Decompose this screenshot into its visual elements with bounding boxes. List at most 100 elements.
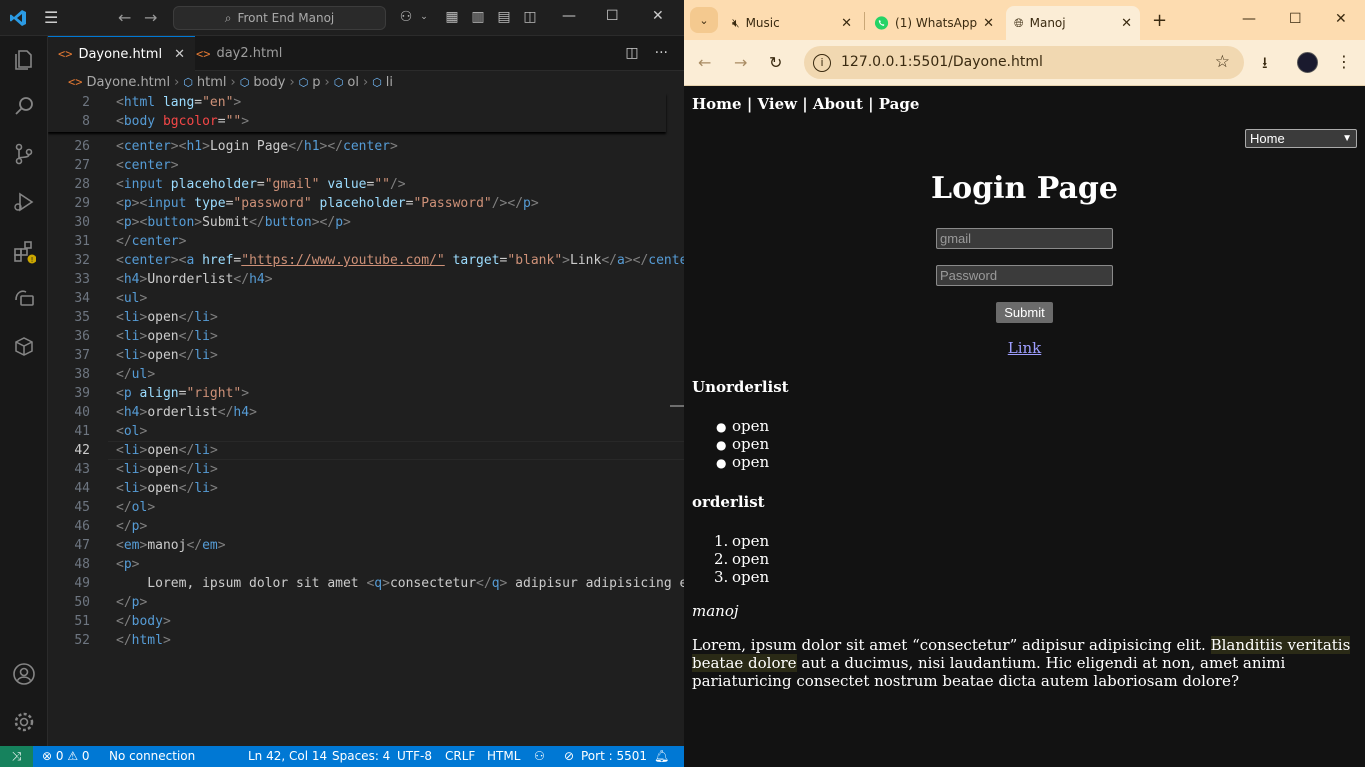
- back-arrow-icon[interactable]: ←: [118, 8, 131, 27]
- code-line[interactable]: 39 <p align="right">: [48, 384, 684, 403]
- code-line[interactable]: 26 <center><h1>Login Page</h1></center>: [48, 137, 684, 156]
- code-line[interactable]: 45 </ol>: [48, 498, 684, 517]
- containers-icon[interactable]: [12, 334, 36, 358]
- code-line[interactable]: 31 </center>: [48, 232, 684, 251]
- code-line[interactable]: 50 </p>: [48, 593, 684, 612]
- sticky-scroll[interactable]: 2 <html lang="en"> 8 <body bgcolor="">: [48, 93, 666, 132]
- breadcrumb-item[interactable]: p: [312, 75, 320, 90]
- remote-explorer-icon[interactable]: [12, 286, 36, 310]
- connection-status[interactable]: No connection: [109, 749, 195, 763]
- breadcrumb-item[interactable]: li: [386, 75, 393, 90]
- gear-icon[interactable]: [12, 710, 36, 734]
- more-actions-icon[interactable]: ···: [655, 45, 668, 61]
- address-bar[interactable]: i 127.0.0.1:5501/Dayone.html ☆: [804, 46, 1244, 79]
- url-text[interactable]: 127.0.0.1:5501/Dayone.html: [841, 54, 1043, 70]
- browser-tab-music[interactable]: 🔇︎ Music ✕: [724, 6, 860, 40]
- close-icon[interactable]: ✕: [1335, 11, 1347, 27]
- hamburger-menu-icon[interactable]: ☰: [44, 10, 64, 26]
- site-info-icon[interactable]: i: [813, 54, 831, 72]
- profile-avatar[interactable]: [1297, 52, 1318, 73]
- close-icon[interactable]: ✕: [983, 16, 994, 31]
- breadcrumb-item[interactable]: body: [253, 75, 285, 90]
- breadcrumb-item[interactable]: ol: [347, 75, 359, 90]
- code-line[interactable]: 36 <li>open</li>: [48, 327, 684, 346]
- code-line[interactable]: 49 Lorem, ipsum dolor sit amet <q>consec…: [48, 574, 684, 593]
- code-line[interactable]: 28 <input placeholder="gmail" value=""/>: [48, 175, 684, 194]
- chevron-down-icon[interactable]: ⌄: [416, 9, 432, 25]
- new-tab-plus-icon[interactable]: +: [1152, 10, 1167, 31]
- source-control-icon[interactable]: [12, 142, 36, 166]
- indentation[interactable]: Spaces: 4: [332, 749, 390, 763]
- toggle-sidebar-icon[interactable]: ▥: [470, 9, 486, 25]
- youtube-link[interactable]: Link: [684, 339, 1365, 357]
- email-field[interactable]: gmail: [936, 228, 1113, 249]
- kebab-menu-icon[interactable]: ⋮: [1336, 52, 1352, 71]
- account-icon[interactable]: [12, 662, 36, 686]
- minimize-icon[interactable]: —: [562, 8, 576, 24]
- download-icon[interactable]: ⭳: [1262, 52, 1268, 79]
- reload-icon[interactable]: ↻: [769, 53, 782, 72]
- copilot-status-icon[interactable]: ⚇: [534, 749, 545, 763]
- run-debug-icon[interactable]: [12, 190, 36, 214]
- code-line[interactable]: 51 </body>: [48, 612, 684, 631]
- language-mode[interactable]: HTML: [487, 749, 520, 763]
- code-line[interactable]: 37 <li>open</li>: [48, 346, 684, 365]
- code-line[interactable]: 27 <center>: [48, 156, 684, 175]
- tab-day2-html[interactable]: <> day2.html: [186, 36, 292, 71]
- forward-arrow-icon[interactable]: →: [734, 53, 747, 72]
- code-line[interactable]: 29 <p><input type="password" placeholder=…: [48, 194, 684, 213]
- command-center-search[interactable]: ⌕ Front End Manoj: [173, 6, 386, 30]
- code-line[interactable]: 2 <html lang="en">: [48, 93, 684, 112]
- close-icon[interactable]: ✕: [652, 8, 664, 24]
- tab-search-chevron-icon[interactable]: ⌄: [690, 7, 718, 33]
- problems-count[interactable]: ⊗ 0 ⚠ 0: [42, 749, 90, 763]
- split-editor-icon[interactable]: ◫: [625, 45, 638, 61]
- customize-layout-icon[interactable]: ▦: [444, 9, 460, 25]
- page-select-dropdown[interactable]: Home ▼: [1245, 129, 1357, 148]
- live-server-icon[interactable]: ⊘: [564, 749, 574, 763]
- live-server-port[interactable]: Port : 5501: [581, 749, 647, 763]
- code-line[interactable]: 35 <li>open</li>: [48, 308, 684, 327]
- code-line[interactable]: 44 <li>open</li>: [48, 479, 684, 498]
- copilot-icon[interactable]: ⚇: [398, 9, 414, 25]
- toggle-panel-icon[interactable]: ▤: [496, 9, 512, 25]
- bell-icon[interactable]: 🔔︎: [654, 749, 669, 763]
- submit-button[interactable]: Submit: [996, 302, 1053, 323]
- encoding[interactable]: UTF-8: [397, 749, 432, 763]
- code-line[interactable]: 43 <li>open</li>: [48, 460, 684, 479]
- extensions-icon[interactable]: !: [12, 240, 36, 264]
- code-line[interactable]: 34 <ul>: [48, 289, 684, 308]
- breadcrumb-item[interactable]: Dayone.html: [86, 75, 170, 90]
- close-icon[interactable]: ✕: [841, 16, 852, 31]
- browser-tab-manoj[interactable]: 🌐︎ Manoj ✕: [1006, 6, 1140, 40]
- forward-arrow-icon[interactable]: →: [144, 8, 157, 27]
- code-line[interactable]: 47 <em>manoj</em>: [48, 536, 684, 555]
- toggle-secondary-sidebar-icon[interactable]: ◫: [522, 9, 538, 25]
- breadcrumb-item[interactable]: html: [197, 75, 227, 90]
- minimize-icon[interactable]: —: [1242, 11, 1256, 27]
- line-ending[interactable]: CRLF: [445, 749, 475, 763]
- tab-dayone-html[interactable]: <> Dayone.html ✕: [48, 36, 195, 71]
- maximize-icon[interactable]: ☐: [1289, 11, 1302, 27]
- code-line[interactable]: 33 <h4>Unorderlist</h4>: [48, 270, 684, 289]
- code-line[interactable]: 8 <body bgcolor="">: [48, 112, 684, 131]
- cursor-position[interactable]: Ln 42, Col 14: [248, 749, 327, 763]
- code-line[interactable]: 52 </html>: [48, 631, 684, 650]
- back-arrow-icon[interactable]: ←: [698, 53, 711, 72]
- code-line[interactable]: 38 </ul>: [48, 365, 684, 384]
- explorer-icon[interactable]: [12, 48, 36, 72]
- bookmark-star-icon[interactable]: ☆: [1215, 52, 1230, 72]
- password-field[interactable]: Password: [936, 265, 1113, 286]
- code-line[interactable]: 40 <h4>orderlist</h4>: [48, 403, 684, 422]
- remote-indicator-icon[interactable]: ⤨: [0, 746, 33, 767]
- code-line[interactable]: 30 <p><button>Submit</button></p>: [48, 213, 684, 232]
- scrollbar-marker[interactable]: [670, 405, 684, 407]
- browser-tab-whatsapp[interactable]: (1) WhatsApp ✕: [866, 6, 1002, 40]
- code-line[interactable]: 48 <p>: [48, 555, 684, 574]
- search-icon[interactable]: [12, 94, 36, 118]
- code-line[interactable]: 32 <center><a href="https://www.youtube.c…: [48, 251, 684, 270]
- code-editor[interactable]: 2 <html lang="en"> 8 <body bgcolor=""> 26 <c…: [48, 93, 684, 746]
- code-line[interactable]: 41 <ol>: [48, 422, 684, 441]
- close-icon[interactable]: ✕: [174, 47, 185, 62]
- code-line[interactable]: 46 </p>: [48, 517, 684, 536]
